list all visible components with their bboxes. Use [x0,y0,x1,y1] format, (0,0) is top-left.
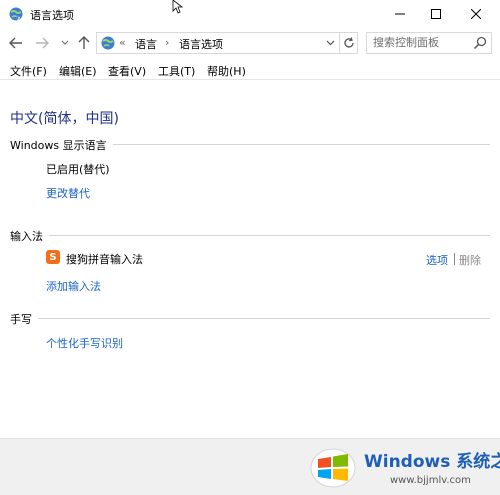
ime-name: 搜狗拼音输入法 [66,253,143,266]
forward-button[interactable] [33,34,51,52]
section-heading-input-method: 输入法 [10,228,49,244]
mouse-cursor-icon [172,0,184,14]
display-language-status: 已启用(替代) [46,163,110,176]
chevron-down-icon [326,40,334,46]
recent-locations-button[interactable] [56,34,74,52]
breadcrumb-separator[interactable]: › [165,36,169,49]
search-input[interactable] [373,36,469,49]
chevron-down-icon [61,40,69,45]
section-divider [10,235,490,236]
personalize-handwriting-link[interactable]: 个性化手写识别 [46,335,123,351]
address-overflow[interactable]: « [119,36,126,49]
arrow-right-icon [36,37,49,49]
breadcrumb-language[interactable]: 语言 [135,36,157,52]
ime-options-link[interactable]: 选项 [426,252,448,268]
ime-remove-link[interactable]: 删除 [459,252,481,268]
maximize-icon [431,9,441,19]
minimize-icon [395,13,405,15]
menu-tools[interactable]: 工具(T) [158,63,195,79]
footer-area: Windows 系统之家 www.bjjmlv.com [0,438,500,495]
breadcrumb-language-options[interactable]: 语言选项 [179,36,223,52]
sogou-ime-icon: S [46,250,60,264]
maximize-button[interactable] [416,0,456,28]
refresh-icon [343,37,354,48]
page-title: 中文(简体，中国) [10,111,119,127]
link-separator [454,253,455,265]
refresh-button[interactable] [339,33,357,53]
minimize-button[interactable] [380,0,420,28]
main-content: 中文(简体，中国) Windows 显示语言 已启用(替代) 更改替代 输入法 … [0,82,500,438]
title-bar: A 语言选项 [0,0,500,28]
section-heading-display-language: Windows 显示语言 [10,137,113,153]
menu-edit[interactable]: 编辑(E) [59,63,97,79]
add-input-method-link[interactable]: 添加输入法 [46,278,101,294]
back-button[interactable] [7,34,25,52]
language-globe-icon: A [9,7,23,22]
menu-help[interactable]: 帮助(H) [207,63,246,79]
menu-view[interactable]: 查看(V) [108,63,146,79]
search-box[interactable] [366,32,492,54]
section-heading-handwriting: 手写 [10,311,38,327]
close-icon [471,9,481,19]
windows-logo-icon [310,448,356,488]
arrow-up-icon [78,36,90,49]
watermark-url: www.bjjmlv.com [390,475,471,486]
window-title: 语言选项 [30,9,74,22]
menu-file[interactable]: 文件(F) [10,63,47,79]
language-globe-icon [101,36,115,50]
arrow-left-icon [9,37,22,49]
watermark-title: Windows 系统之家 [364,452,500,472]
section-divider [10,318,490,319]
search-icon[interactable] [473,36,487,50]
address-dropdown-button[interactable] [323,35,337,51]
menu-bar: 文件(F) 编辑(E) 查看(V) 工具(T) 帮助(H) [0,60,500,80]
change-override-link[interactable]: 更改替代 [46,185,90,201]
up-button[interactable] [75,34,93,52]
close-button[interactable] [456,0,496,28]
address-bar[interactable]: « 语言 › 语言选项 [96,32,358,54]
navigation-bar: « 语言 › 语言选项 [0,30,500,56]
